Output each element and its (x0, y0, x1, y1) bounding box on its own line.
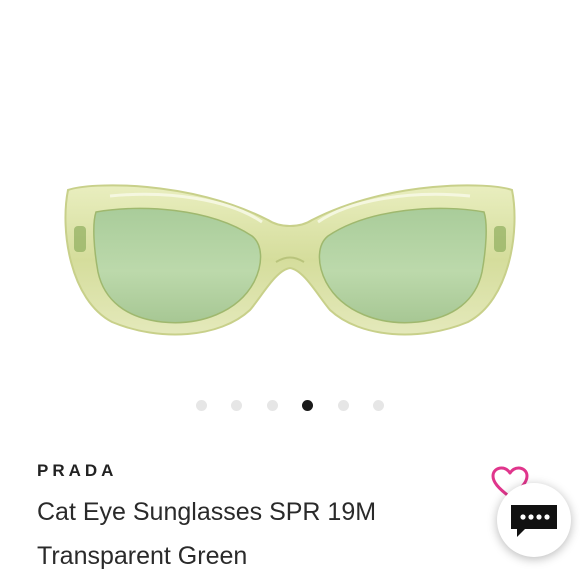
sunglasses-image (64, 184, 516, 336)
carousel-dot-3[interactable] (267, 400, 278, 411)
product-subtitle: Transparent Green (37, 542, 248, 570)
product-title: Cat Eye Sunglasses SPR 19M (37, 498, 377, 526)
product-image[interactable] (0, 0, 580, 390)
chat-button[interactable] (497, 483, 571, 557)
carousel-dots (0, 399, 580, 413)
carousel-dot-5[interactable] (338, 400, 349, 411)
carousel-dot-1[interactable] (196, 400, 207, 411)
carousel-dot-2[interactable] (231, 400, 242, 411)
carousel-dot-6[interactable] (373, 400, 384, 411)
carousel-dot-4-active[interactable] (302, 400, 313, 411)
chat-bubble-icon (511, 505, 557, 537)
listing-screen: PRADA Cat Eye Sunglasses SPR 19M Transpa… (0, 0, 580, 580)
brand-name[interactable]: PRADA (37, 461, 117, 481)
